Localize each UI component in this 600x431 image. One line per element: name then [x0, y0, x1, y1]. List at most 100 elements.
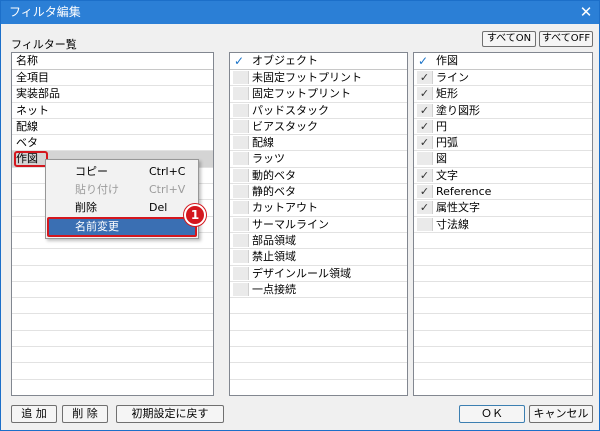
check-list-item[interactable]: ✓ ライン — [414, 70, 592, 87]
check-list-item-label: サーマルライン — [252, 217, 329, 231]
check-list-item-label: 円弧 — [436, 136, 458, 150]
all-on-button[interactable]: すべてON — [482, 31, 536, 47]
check-list-item-label: ライン — [436, 71, 469, 84]
checked-checkbox[interactable]: ✓ — [417, 103, 433, 117]
menu-item-delete[interactable]: 削除 Del — [48, 199, 196, 217]
check-list-item[interactable]: 固定フットプリント — [230, 86, 407, 103]
check-list-item-label: 円 — [436, 119, 447, 133]
unchecked-checkbox[interactable] — [233, 103, 249, 117]
unchecked-checkbox[interactable] — [233, 266, 249, 280]
list-row-empty — [12, 249, 213, 266]
menu-item-copy[interactable]: コピー Ctrl+C — [48, 163, 196, 181]
check-list-item[interactable]: 配線 — [230, 135, 407, 152]
list-row-empty — [12, 363, 213, 380]
check-list-item[interactable]: ✓ 矩形 — [414, 86, 592, 103]
filter-edit-dialog: フィルタ編集 ✕ フィルター覧 すべてON すべてOFF 名称 全項目 実装部品… — [0, 0, 600, 431]
unchecked-checkbox[interactable] — [417, 152, 433, 166]
list-item[interactable]: 全項目 — [12, 70, 213, 87]
check-list-item[interactable]: ✓ 属性文字 — [414, 200, 592, 217]
check-list-row-empty — [230, 347, 407, 364]
list-item[interactable]: ネット — [12, 103, 213, 119]
check-all-icon[interactable]: ✓ — [234, 53, 244, 69]
menu-item-rename[interactable]: 名前変更 — [47, 217, 197, 237]
unchecked-checkbox[interactable] — [233, 250, 249, 264]
unchecked-checkbox[interactable] — [233, 168, 249, 182]
check-list-row-empty — [414, 249, 592, 266]
reset-defaults-button[interactable]: 初期設定に戻す — [116, 405, 224, 423]
list-item[interactable]: 実装部品 — [12, 86, 213, 103]
check-list-item-label: 一点接続 — [252, 282, 296, 296]
unchecked-checkbox[interactable] — [233, 152, 249, 166]
check-list-item[interactable]: 図 — [414, 151, 592, 168]
check-list-row-empty — [414, 282, 592, 299]
check-list-row-empty — [414, 314, 592, 331]
cancel-button[interactable]: キャンセル — [529, 405, 593, 423]
checked-checkbox[interactable]: ✓ — [417, 168, 433, 182]
check-list-item-label: 未固定フットプリント — [252, 71, 362, 84]
add-button[interactable]: 追 加 — [11, 405, 57, 423]
check-list-row-empty — [230, 331, 407, 348]
check-list-item-label: 属性文字 — [436, 201, 480, 215]
check-list-item[interactable]: ✓ 塗り図形 — [414, 103, 592, 119]
unchecked-checkbox[interactable] — [233, 87, 249, 101]
check-list-row-empty — [230, 314, 407, 331]
check-list-item[interactable]: 未固定フットプリント — [230, 70, 407, 87]
list-row-empty — [12, 347, 213, 364]
check-list-item[interactable]: ビアスタック — [230, 119, 407, 136]
unchecked-checkbox[interactable] — [233, 119, 249, 133]
unchecked-checkbox[interactable] — [417, 217, 433, 231]
check-list-item[interactable]: サーマルライン — [230, 217, 407, 233]
checked-checkbox[interactable]: ✓ — [417, 185, 433, 199]
delete-button[interactable]: 削 除 — [62, 405, 108, 423]
check-list-item[interactable]: カットアウト — [230, 200, 407, 217]
unchecked-checkbox[interactable] — [233, 71, 249, 84]
list-item[interactable]: 配線 — [12, 119, 213, 136]
check-list-item[interactable]: 静的ベタ — [230, 184, 407, 201]
check-list-item[interactable]: デザインルール領域 — [230, 266, 407, 282]
check-all-icon[interactable]: ✓ — [418, 53, 428, 69]
all-off-button[interactable]: すべてOFF — [539, 31, 593, 47]
check-list-item[interactable]: ✓ 円弧 — [414, 135, 592, 152]
list-item[interactable]: ベタ — [12, 135, 213, 152]
check-list-item[interactable]: 動的ベタ — [230, 168, 407, 185]
unchecked-checkbox[interactable] — [233, 217, 249, 231]
object-panel-title: オブジェクト — [252, 54, 318, 67]
check-list-item[interactable]: ✓ 文字 — [414, 168, 592, 185]
check-list-item-label: 固定フットプリント — [252, 87, 351, 101]
check-list-row-empty — [230, 298, 407, 315]
drawing-panel-title: 作図 — [436, 54, 458, 67]
drawing-panel[interactable]: ✓ 作図 ✓ ライン ✓ 矩形 ✓ 塗り図形 ✓ 円 ✓ 円弧図 ✓ 文字 ✓ Reference ✓ 属性文… — [413, 52, 593, 396]
check-list-item[interactable]: 禁止領域 — [230, 249, 407, 266]
object-panel[interactable]: ✓ オブジェクト 未固定フットプリント 固定フットプリントパッドスタック ビアスタッ… — [229, 52, 408, 396]
check-list-item[interactable]: 寸法線 — [414, 217, 592, 233]
check-list-row-empty — [414, 298, 592, 315]
ok-button[interactable]: ＯＫ — [459, 405, 525, 423]
checked-checkbox[interactable]: ✓ — [417, 71, 433, 84]
unchecked-checkbox[interactable] — [233, 201, 249, 215]
check-list-row-empty — [414, 363, 592, 380]
checked-checkbox[interactable]: ✓ — [417, 87, 433, 101]
check-list-item-label: 図 — [436, 152, 447, 166]
check-list-item[interactable]: ✓ 円 — [414, 119, 592, 136]
check-list-item-label: 塗り図形 — [436, 103, 480, 117]
check-list-item-label: 文字 — [436, 168, 458, 182]
check-list-item[interactable]: ✓ Reference — [414, 184, 592, 201]
check-list-item[interactable]: 一点接続 — [230, 282, 407, 299]
unchecked-checkbox[interactable] — [233, 233, 249, 247]
unchecked-checkbox[interactable] — [233, 282, 249, 296]
check-list-item[interactable]: 部品領域 — [230, 233, 407, 250]
list-row-empty — [12, 298, 213, 315]
check-list-item[interactable]: パッドスタック — [230, 103, 407, 119]
check-list-item-label: 動的ベタ — [252, 168, 296, 182]
checked-checkbox[interactable]: ✓ — [417, 119, 433, 133]
checked-checkbox[interactable]: ✓ — [417, 136, 433, 150]
unchecked-checkbox[interactable] — [233, 136, 249, 150]
check-list-item[interactable]: ラッツ — [230, 151, 407, 168]
check-list-row-empty — [414, 266, 592, 282]
checked-checkbox[interactable]: ✓ — [417, 201, 433, 215]
check-list-item-label: 部品領域 — [252, 233, 296, 247]
check-list-item-label: 寸法線 — [436, 217, 469, 231]
unchecked-checkbox[interactable] — [233, 185, 249, 199]
list-row-empty — [12, 331, 213, 348]
close-icon[interactable]: ✕ — [577, 3, 595, 21]
